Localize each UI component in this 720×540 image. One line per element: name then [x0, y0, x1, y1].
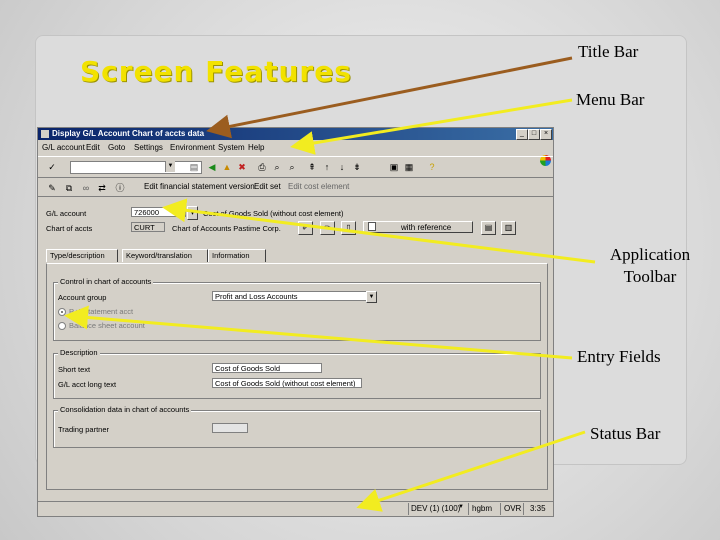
callout-application-label: Application [609, 245, 691, 264]
title-bar-arrow [206, 56, 573, 139]
status-bar-arrow [356, 430, 586, 512]
callout-entry-fields: Entry Fields [577, 347, 661, 366]
callout-menu-bar: Menu Bar [576, 90, 645, 109]
callout-title-bar: Title Bar [578, 42, 639, 61]
entry-fields-arrow [64, 305, 573, 360]
callout-status-bar: Status Bar [590, 424, 661, 443]
app-toolbar-arrow [162, 198, 596, 264]
callout-toolbar-label: Toolbar [623, 267, 677, 286]
callout-application-toolbar: Application Toolbar [598, 244, 702, 288]
tab-type-description[interactable]: Type/description [46, 249, 118, 262]
menu-bar-arrow [290, 98, 573, 155]
